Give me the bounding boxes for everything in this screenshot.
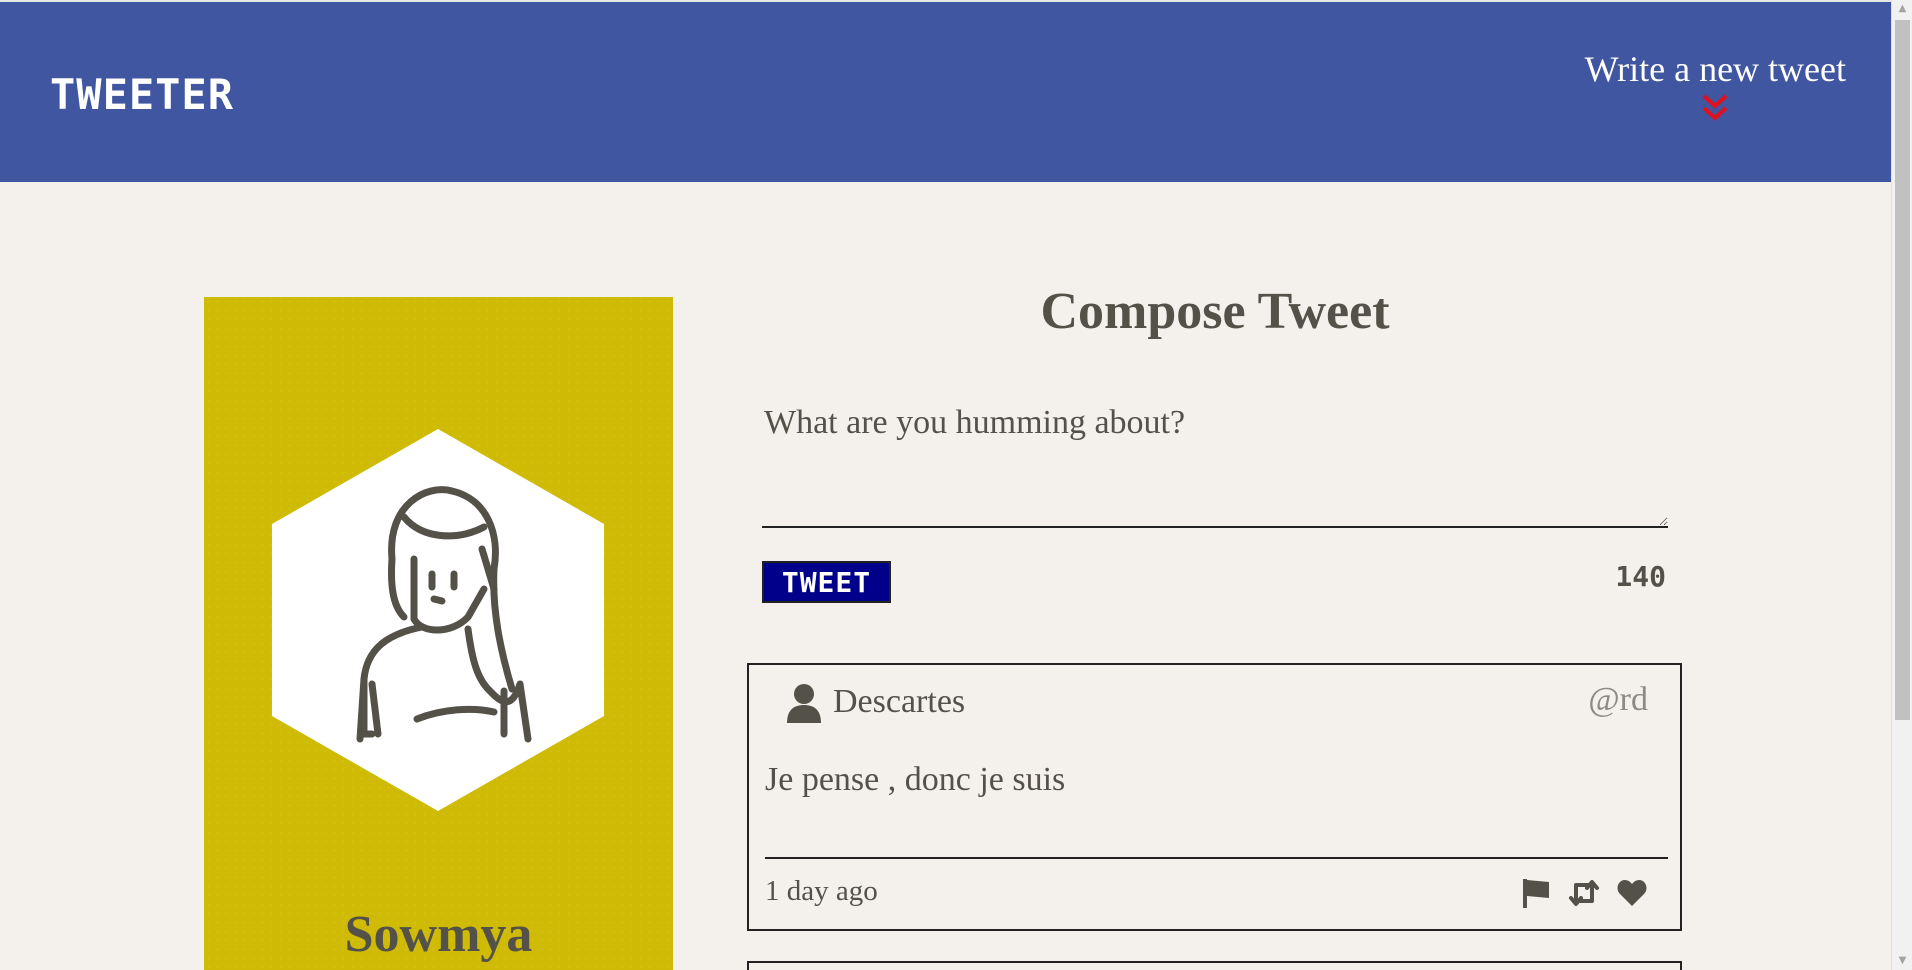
top-nav: TWEETER Write a new tweet	[0, 0, 1891, 182]
user-icon	[787, 684, 821, 723]
heart-icon[interactable]	[1616, 877, 1648, 909]
tweet-card: Descartes @rd Je pense , donc je suis 1 …	[747, 663, 1682, 931]
write-new-tweet-button[interactable]: Write a new tweet	[1585, 48, 1846, 126]
compose-title: Compose Tweet	[1040, 283, 1390, 340]
tweet-divider	[765, 857, 1668, 859]
scroll-down-arrow-icon[interactable]: ▼	[1892, 952, 1912, 970]
tweet-card	[747, 961, 1682, 970]
tweet-author-name: Descartes	[833, 683, 966, 720]
scroll-up-arrow-icon[interactable]: ▲	[1892, 0, 1912, 18]
tweet-timestamp: 1 day ago	[765, 875, 878, 907]
user-avatar-icon	[272, 429, 604, 811]
scroll-thumb[interactable]	[1895, 20, 1910, 720]
brand-logo[interactable]: TWEETER	[50, 70, 234, 119]
write-new-tweet-label: Write a new tweet	[1584, 49, 1846, 89]
tweet-actions	[1520, 877, 1648, 909]
page-scrollbar[interactable]: ▲ ▼	[1891, 0, 1912, 970]
tweet-author-handle: @rd	[1588, 681, 1648, 718]
double-chevron-down-icon[interactable]	[1698, 92, 1732, 126]
tweet-text: Je pense , donc je suis	[765, 761, 1066, 798]
retweet-icon[interactable]	[1568, 877, 1600, 909]
flag-icon[interactable]	[1520, 877, 1552, 909]
profile-name: Sowmya	[344, 906, 533, 963]
tweet-header: Descartes @rd	[749, 665, 1680, 745]
compose-tweet-input[interactable]	[762, 398, 1668, 528]
profile-card: Sowmya	[204, 297, 673, 970]
character-counter: 140	[1615, 560, 1666, 593]
tweet-submit-button[interactable]: TWEET	[762, 561, 891, 603]
